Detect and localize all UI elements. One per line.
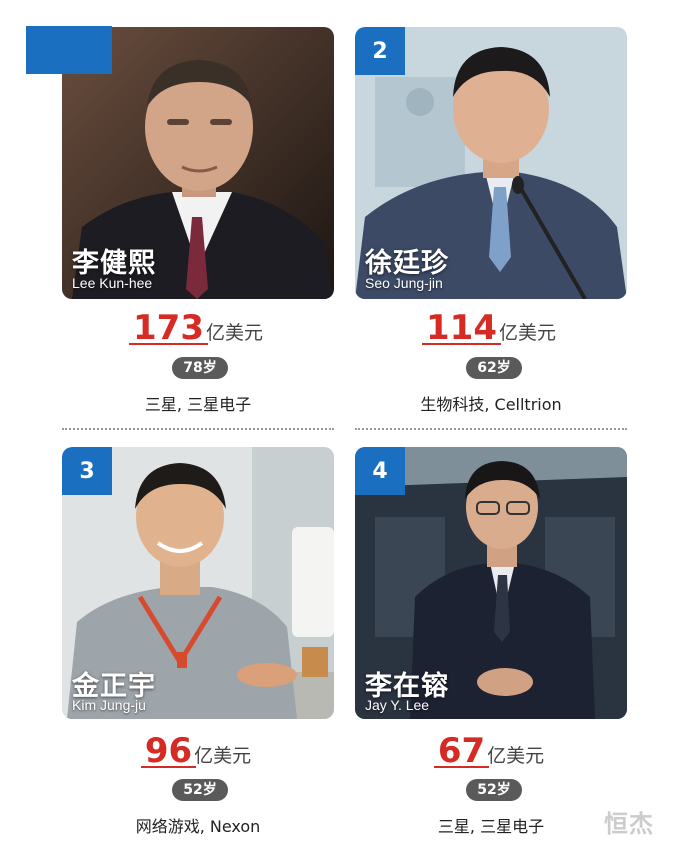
person-photo-card-4: 4 李在镕 Jay Y. Lee [355,447,627,719]
rank-badge [26,26,112,74]
section-divider [355,428,627,430]
age-badge: 52岁 [466,779,522,801]
net-worth: 67 亿美元 [355,731,627,771]
person-name-english: Seo Jung-jin [365,275,443,291]
net-worth-unit: 亿美元 [487,745,545,767]
net-worth-unit: 亿美元 [498,322,556,344]
rank-badge: 2 [355,27,405,75]
company-label: 三星, 三星电子 [144,395,252,414]
rank-badge: 3 [62,447,112,495]
age-badge: 78岁 [172,357,228,379]
net-worth: 114 亿美元 [355,308,627,348]
net-worth: 96 亿美元 [62,731,334,771]
company-label: 生物科技, Celltrion [420,395,562,414]
net-worth-value: 67 [433,731,490,771]
net-worth: 173 亿美元 [62,308,334,348]
net-worth-unit: 亿美元 [205,322,263,344]
person-photo-card-3: 3 金正宇 Kim Jung-ju [62,447,334,719]
section-divider [62,428,334,430]
company-label: 三星, 三星电子 [437,817,545,836]
age-badge: 52岁 [172,779,228,801]
watermark-logo: 恒杰 [604,810,654,838]
net-worth-value: 173 [129,308,208,348]
net-worth-unit: 亿美元 [194,745,252,767]
age-badge: 62岁 [466,357,522,379]
person-photo-card-2: 2 徐廷珍 Seo Jung-jin [355,27,627,299]
person-name-english: Lee Kun-hee [72,275,153,291]
company-label: 网络游戏, Nexon [135,817,261,836]
person-name-english: Kim Jung-ju [72,697,146,713]
rank-badge: 4 [355,447,405,495]
person-name-english: Jay Y. Lee [365,697,430,713]
net-worth-value: 114 [422,308,501,348]
net-worth-value: 96 [140,731,197,771]
